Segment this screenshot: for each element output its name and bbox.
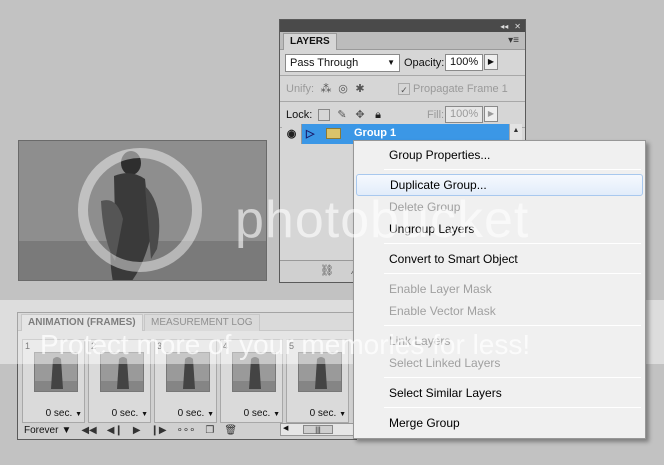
eye-icon[interactable]: ◉ xyxy=(282,124,302,144)
tab-animation[interactable]: ANIMATION (FRAMES) xyxy=(21,314,143,331)
menu-item-duplicate-group[interactable]: Duplicate Group... xyxy=(356,174,643,196)
menu-separator xyxy=(384,377,641,378)
lock-transparent-icon[interactable] xyxy=(318,109,330,121)
frame-number: 3 xyxy=(157,341,163,351)
frame-delay[interactable]: 0 sec. ▼ xyxy=(178,408,214,419)
animation-frame[interactable]: 5 0 sec. ▼ xyxy=(286,339,349,423)
folder-icon xyxy=(326,128,341,139)
previous-frame-icon[interactable]: ◀❙ xyxy=(107,425,123,436)
frame-thumbnail xyxy=(166,352,210,392)
frame-thumbnail xyxy=(232,352,276,392)
layers-tabrow: LAYERS ▾≡ xyxy=(280,32,525,50)
loop-select[interactable]: Forever ▼ xyxy=(24,425,71,436)
menu-item-select-similar-layers[interactable]: Select Similar Layers xyxy=(356,382,643,404)
menu-separator xyxy=(384,325,641,326)
blend-row: Pass Through ▼ Opacity: 100% ▶ xyxy=(280,50,525,76)
propagate-label: Propagate Frame 1 xyxy=(413,83,508,95)
move-icon[interactable]: ✥ xyxy=(354,109,366,121)
frame-number: 4 xyxy=(223,341,229,351)
unify-style-icon[interactable]: ✱ xyxy=(354,83,366,95)
document-canvas[interactable] xyxy=(18,140,267,281)
menu-item-merge-group[interactable]: Merge Group xyxy=(356,412,643,434)
menu-item-enable-layer-mask[interactable]: Enable Layer Mask xyxy=(356,278,643,300)
fill-slider-button[interactable]: ▶ xyxy=(484,106,498,122)
unify-visibility-icon[interactable]: ◎ xyxy=(337,83,349,95)
duplicate-frame-icon[interactable]: ❐ xyxy=(205,425,214,436)
animation-frame[interactable]: 2 0 sec. ▼ xyxy=(88,339,151,423)
frame-delay[interactable]: 0 sec. ▼ xyxy=(244,408,280,419)
context-menu: Group Properties... Duplicate Group... D… xyxy=(353,140,646,439)
tab-layers[interactable]: LAYERS xyxy=(283,33,337,50)
scroll-thumb[interactable]: ||| xyxy=(303,425,333,434)
link-icon[interactable]: ⛓ xyxy=(320,265,334,277)
menu-item-link-layers[interactable]: Link Layers xyxy=(356,330,643,352)
expand-triangle-icon[interactable]: ▷ xyxy=(306,127,314,140)
fill-input[interactable]: 100% xyxy=(445,106,483,123)
frame-delay[interactable]: 0 sec. ▼ xyxy=(310,408,346,419)
animation-panel: ANIMATION (FRAMES) MEASUREMENT LOG 1 0 s… xyxy=(17,312,357,440)
frame-strip: 1 0 sec. ▼ 2 0 sec. ▼ 3 0 sec. ▼ 4 0 sec… xyxy=(22,339,349,423)
next-frame-icon[interactable]: ❙▶ xyxy=(151,425,167,436)
unify-position-icon[interactable]: ⁂ xyxy=(320,83,332,95)
frame-thumbnail xyxy=(100,352,144,392)
opacity-input[interactable]: 100% xyxy=(445,54,483,71)
blend-mode-value: Pass Through xyxy=(290,57,359,69)
animation-frame[interactable]: 1 0 sec. ▼ xyxy=(22,339,85,423)
unify-row: Unify: ⁂ ◎ ✱ ✓ Propagate Frame 1 xyxy=(280,76,525,102)
animation-tabrow: ANIMATION (FRAMES) MEASUREMENT LOG xyxy=(18,313,356,331)
frame-number: 2 xyxy=(91,341,97,351)
menu-separator xyxy=(384,169,641,170)
collapse-icon[interactable]: ◂◂ xyxy=(500,22,508,31)
panel-titlebar: ◂◂ ✕ xyxy=(280,20,525,32)
menu-separator xyxy=(384,407,641,408)
tween-icon[interactable]: ∘∘∘ xyxy=(177,425,196,436)
opacity-label: Opacity: xyxy=(404,57,445,69)
brush-icon[interactable]: ✎ xyxy=(336,109,348,121)
frames-scrollbar[interactable]: ◀ ||| xyxy=(280,423,354,436)
trash-icon[interactable]: 🗑︎ xyxy=(224,425,237,436)
frame-delay[interactable]: 0 sec. ▼ xyxy=(46,408,82,419)
menu-item-select-linked-layers[interactable]: Select Linked Layers xyxy=(356,352,643,374)
frame-delay[interactable]: 0 sec. ▼ xyxy=(112,408,148,419)
panel-menu-icon[interactable]: ▾≡ xyxy=(508,35,519,46)
frame-number: 5 xyxy=(289,341,295,351)
blend-mode-select[interactable]: Pass Through ▼ xyxy=(285,54,400,72)
unify-label: Unify: xyxy=(286,83,315,95)
propagate-checkbox[interactable]: ✓ xyxy=(398,83,410,95)
opacity-slider-button[interactable]: ▶ xyxy=(484,54,498,70)
frame-thumbnail xyxy=(298,352,342,392)
tab-measurement-log[interactable]: MEASUREMENT LOG xyxy=(144,314,260,331)
lock-icon[interactable]: 🔒︎ xyxy=(372,109,384,121)
menu-item-delete-group[interactable]: Delete Group xyxy=(356,196,643,218)
layer-name: Group 1 xyxy=(354,127,397,139)
frame-number: 1 xyxy=(25,341,31,351)
photo-image xyxy=(19,141,266,280)
menu-item-convert-smart-object[interactable]: Convert to Smart Object xyxy=(356,248,643,270)
animation-frame[interactable]: 3 0 sec. ▼ xyxy=(154,339,217,423)
frame-thumbnail xyxy=(34,352,78,392)
menu-item-group-properties[interactable]: Group Properties... xyxy=(356,144,643,166)
menu-separator xyxy=(384,273,641,274)
menu-separator xyxy=(384,243,641,244)
close-icon[interactable]: ✕ xyxy=(514,22,521,31)
menu-item-enable-vector-mask[interactable]: Enable Vector Mask xyxy=(356,300,643,322)
play-icon[interactable]: ▶ xyxy=(133,425,141,436)
fill-label: Fill: xyxy=(427,109,445,121)
animation-frame[interactable]: 4 0 sec. ▼ xyxy=(220,339,283,423)
first-frame-icon[interactable]: ◀◀ xyxy=(81,425,96,436)
scroll-up-icon[interactable]: ▲ xyxy=(510,124,522,138)
chevron-down-icon: ▼ xyxy=(61,424,72,436)
chevron-down-icon: ▼ xyxy=(387,58,395,67)
lock-label: Lock: xyxy=(286,109,313,121)
scroll-left-icon[interactable]: ◀ xyxy=(283,424,288,432)
menu-item-ungroup-layers[interactable]: Ungroup Layers xyxy=(356,218,643,240)
